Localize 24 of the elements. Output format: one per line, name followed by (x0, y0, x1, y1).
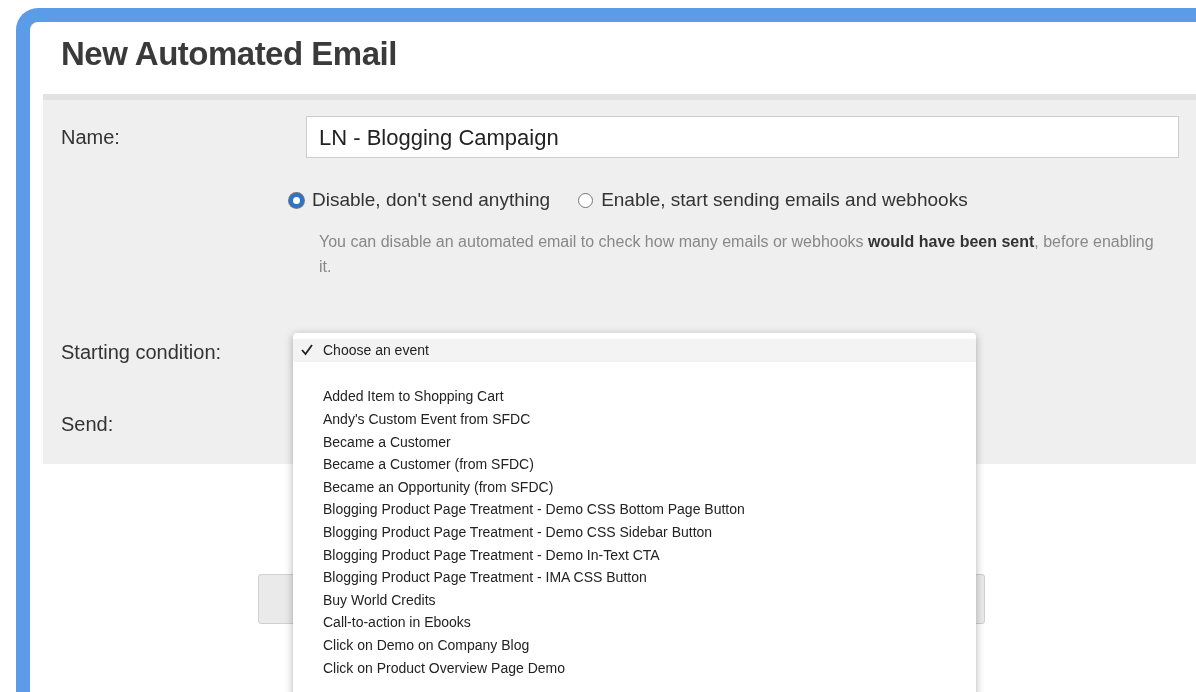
event-menu-item[interactable]: Blogging Product Page Treatment - Demo CSS Bottom Page Button (293, 498, 976, 522)
send-label: Send: (61, 412, 114, 435)
event-menu-item[interactable]: Click on Demo on Company Blog (293, 634, 976, 657)
check-icon (301, 344, 313, 357)
event-menu-item[interactable]: Added Item to Shopping Cart (293, 385, 976, 409)
status-radio[interactable]: Disable, don't send anything (289, 186, 551, 215)
event-menu-item[interactable]: Buy World Credits (293, 588, 976, 612)
window-title: New Automated Email (61, 34, 398, 74)
name-label: Name: (61, 125, 121, 150)
event-menu-item[interactable]: Andy's Custom Event from SFDC (293, 408, 976, 431)
event-menu-item[interactable]: Blogging Product Page Treatment - Demo CSS Sidebar Button (293, 521, 976, 544)
event-menu-item[interactable]: Blogging Product Page Treatment - Demo In-Text CTA (293, 543, 976, 567)
event-menu-item[interactable]: Call-to-action in Ebooks (293, 611, 976, 635)
status-radio[interactable]: Enable, start sending emails and webhooks (578, 186, 968, 215)
event-menu-item[interactable]: Choose an event (293, 339, 976, 362)
event-menu-item[interactable]: Click on Product Overview Page Demo (293, 656, 976, 680)
event-menu-item[interactable]: Became a Customer (293, 430, 976, 454)
event-menu-item[interactable]: Became an Opportunity (from SFDC) (293, 475, 976, 499)
starting-condition-label: Starting condition: (61, 339, 222, 365)
status-help-text: You can disable an automated email to check how many emails or webhooks would have been sent, before enabling it. (319, 231, 1155, 277)
event-menu-item[interactable]: Became a Customer (from SFDC) (293, 453, 976, 476)
name-field[interactable]: LN - Blogging Campaign (306, 116, 1179, 158)
event-menu-item[interactable]: Blogging Product Page Treatment - IMA CSS Button (293, 566, 976, 589)
event-dropdown-menu[interactable] (293, 333, 976, 692)
